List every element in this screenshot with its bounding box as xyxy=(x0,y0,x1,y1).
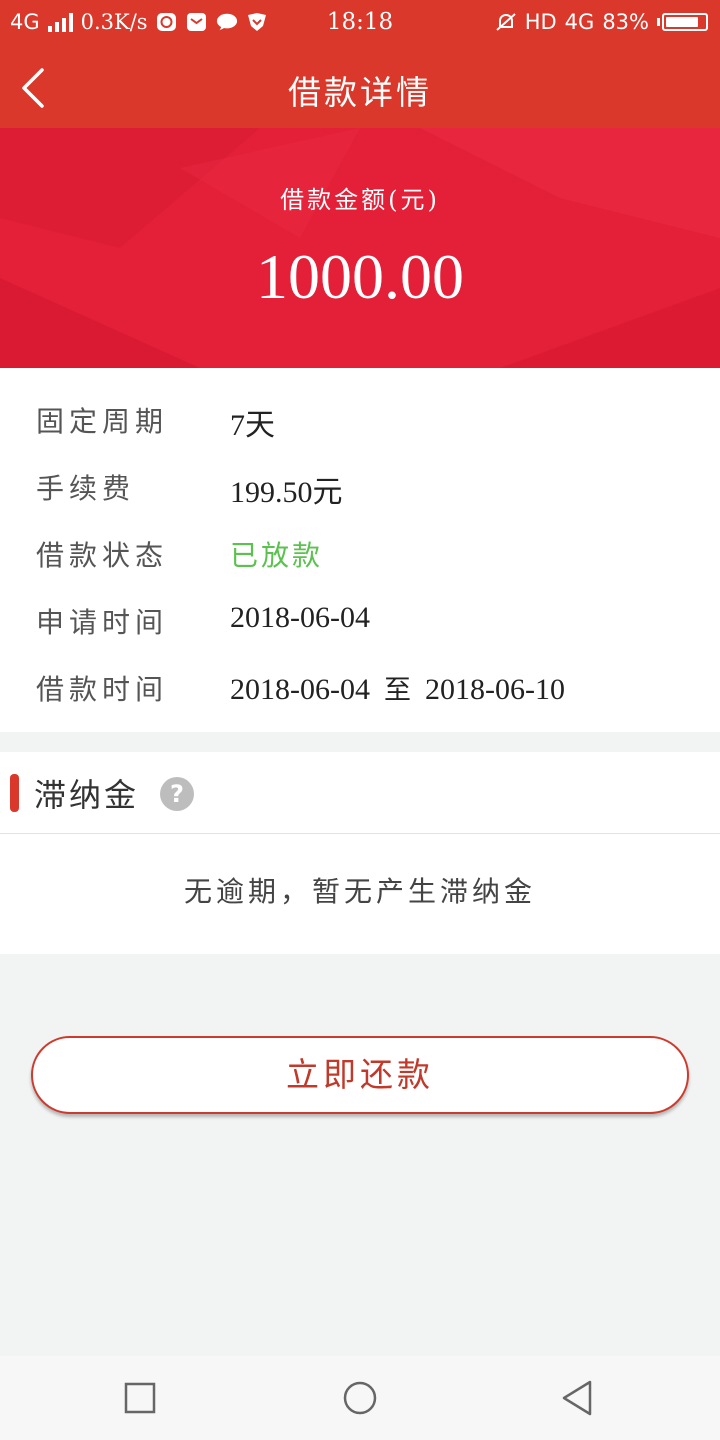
detail-row-status: 借款状态 已放款 xyxy=(0,528,720,574)
loan-end-date: 2018-06-10 xyxy=(424,673,565,706)
hd-indicator: HD xyxy=(524,10,557,34)
detail-label: 借款时间 xyxy=(36,673,169,706)
loan-details-card: 固定周期 7天 手续费 199.50元 借款状态 已放款 申请时间 2018-0… xyxy=(0,368,720,732)
date-separator: 至 xyxy=(383,675,411,706)
home-button[interactable] xyxy=(340,1378,380,1418)
recent-apps-button[interactable] xyxy=(120,1378,160,1418)
network-type-right: 4G xyxy=(564,10,595,34)
mute-bell-icon xyxy=(496,13,516,31)
repay-now-button[interactable]: 立即还款 xyxy=(31,1036,689,1114)
detail-label: 手续费 xyxy=(36,472,136,505)
status-bar: 4G 0.3K/s 18:18 HD 4G 83% xyxy=(0,0,720,48)
detail-value: 2018-06-04 xyxy=(230,601,370,634)
detail-row-apply-date: 申请时间 2018-06-04 xyxy=(0,595,720,641)
battery-percent: 83% xyxy=(602,10,649,34)
detail-value: 7天 xyxy=(230,409,275,442)
late-fee-card: 滞纳金 ? 无逾期，暂无产生滞纳金 xyxy=(0,752,720,954)
loan-amount-banner: 借款金额(元) 1000.00 xyxy=(0,128,720,368)
battery-icon xyxy=(657,13,708,31)
page-title: 借款详情 xyxy=(288,73,432,112)
loan-status-value: 已放款 xyxy=(230,539,324,572)
late-fee-message: 无逾期，暂无产生滞纳金 xyxy=(183,875,536,908)
detail-value: 2018-06-04 至 2018-06-10 xyxy=(230,668,565,707)
loan-start-date: 2018-06-04 xyxy=(230,673,370,706)
detail-row-loan-period: 借款时间 2018-06-04 至 2018-06-10 xyxy=(0,662,720,708)
late-fee-header: 滞纳金 ? xyxy=(0,752,720,834)
status-right: HD 4G 83% xyxy=(495,10,708,34)
loan-amount-value: 1000.00 xyxy=(256,241,464,312)
detail-label: 借款状态 xyxy=(36,539,169,572)
detail-row-fee: 手续费 199.50元 xyxy=(0,461,720,509)
detail-label: 申请时间 xyxy=(36,606,169,639)
detail-value: 199.50元 xyxy=(230,476,343,509)
late-fee-title: 滞纳金 xyxy=(34,776,140,814)
loan-amount-label: 借款金额(元) xyxy=(280,186,440,214)
detail-label: 固定周期 xyxy=(36,405,169,438)
help-icon[interactable]: ? xyxy=(160,777,194,811)
system-navigation-bar xyxy=(0,1356,720,1440)
section-accent-bar xyxy=(10,774,19,812)
detail-row-period: 固定周期 7天 xyxy=(0,394,720,442)
app-header: 借款详情 xyxy=(0,48,720,128)
system-back-button[interactable] xyxy=(558,1378,598,1418)
